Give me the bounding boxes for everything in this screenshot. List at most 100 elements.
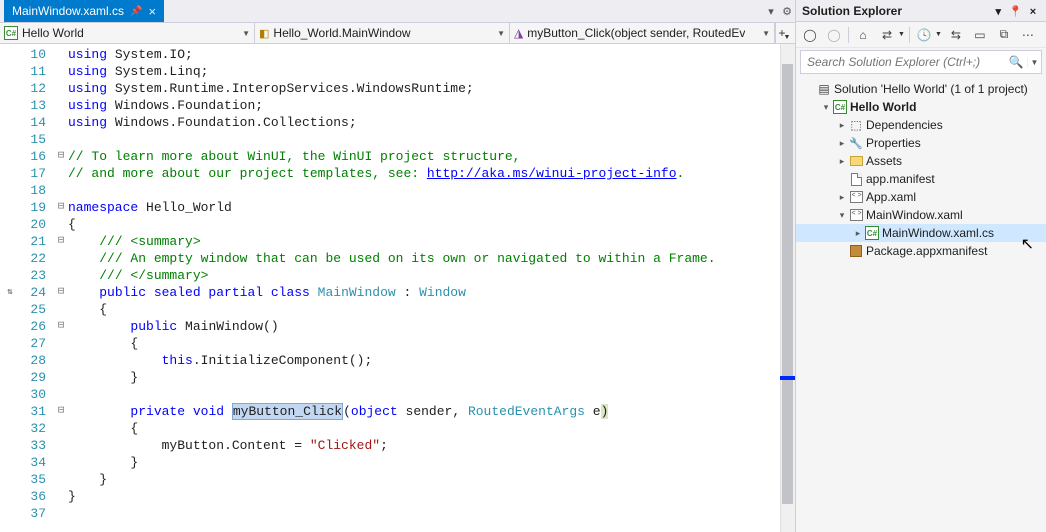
code-text[interactable]: // and more about our project templates,… <box>68 165 795 182</box>
code-line[interactable]: 27 { <box>0 335 795 352</box>
code-line[interactable]: 11using System.Linq; <box>0 63 795 80</box>
expand-icon[interactable]: ▸ <box>836 192 848 203</box>
tree-node[interactable]: ▾MainWindow.xaml <box>796 206 1046 224</box>
code-line[interactable]: 15 <box>0 131 795 148</box>
fold-toggle[interactable]: ⊟ <box>54 284 68 301</box>
nav-member-combo[interactable]: ◮ myButton_Click(object sender, RoutedEv… <box>510 23 775 43</box>
code-text[interactable]: using Windows.Foundation.Collections; <box>68 114 795 131</box>
code-line[interactable]: 18 <box>0 182 795 199</box>
code-line[interactable]: 21⊟ /// <summary> <box>0 233 795 250</box>
code-text[interactable]: namespace Hello_World <box>68 199 795 216</box>
code-text[interactable]: } <box>68 488 795 505</box>
code-editor[interactable]: 10using System.IO;11using System.Linq;12… <box>0 44 795 532</box>
code-line[interactable]: 22 /// An empty window that can be used … <box>0 250 795 267</box>
tree-node[interactable]: ▸C#MainWindow.xaml.cs <box>796 224 1046 242</box>
nav-type-combo[interactable]: ◧ Hello_World.MainWindow ▼ <box>255 23 510 43</box>
code-text[interactable] <box>68 505 795 522</box>
code-text[interactable]: // To learn more about WinUI, the WinUI … <box>68 148 795 165</box>
code-text[interactable] <box>68 386 795 403</box>
tree-node[interactable]: ▸App.xaml <box>796 188 1046 206</box>
sync-active-doc-button[interactable]: ⇆ <box>946 25 966 45</box>
code-text[interactable] <box>68 182 795 199</box>
code-line[interactable]: 35 } <box>0 471 795 488</box>
vertical-scrollbar[interactable] <box>780 44 795 532</box>
code-text[interactable]: private void myButton_Click(object sende… <box>68 403 795 420</box>
document-tab-active[interactable]: MainWindow.xaml.cs 📌 × <box>4 0 164 22</box>
code-line[interactable]: 23 /// </summary> <box>0 267 795 284</box>
code-text[interactable]: using Windows.Foundation; <box>68 97 795 114</box>
code-line[interactable]: 26⊟ public MainWindow() <box>0 318 795 335</box>
search-icon[interactable]: 🔍 <box>1005 55 1027 69</box>
search-options-dropdown-icon[interactable]: ▼ <box>1027 58 1041 67</box>
back-button[interactable]: ◯ <box>800 25 820 45</box>
scrollbar-thumb[interactable] <box>782 64 793 504</box>
code-line[interactable]: 37 <box>0 505 795 522</box>
code-line[interactable]: 31⊟ private void myButton_Click(object s… <box>0 403 795 420</box>
code-text[interactable]: { <box>68 301 795 318</box>
code-line[interactable]: 30 <box>0 386 795 403</box>
window-options-gear-icon[interactable]: ⚙ <box>779 5 795 18</box>
solution-explorer-tree[interactable]: ↖ ▤Solution 'Hello World' (1 of 1 projec… <box>796 78 1046 532</box>
code-line[interactable]: 12using System.Runtime.InteropServices.W… <box>0 80 795 97</box>
fold-toggle[interactable]: ⊟ <box>54 148 68 165</box>
fold-toggle[interactable]: ⊟ <box>54 318 68 335</box>
split-window-button[interactable]: +▼ <box>775 23 795 43</box>
code-text[interactable]: { <box>68 420 795 437</box>
solution-explorer-search-input[interactable] <box>801 55 1005 69</box>
code-line[interactable]: 17// and more about our project template… <box>0 165 795 182</box>
tree-node[interactable]: ▸🔧Properties <box>796 134 1046 152</box>
code-line[interactable]: 29 } <box>0 369 795 386</box>
tree-node[interactable]: ▤Solution 'Hello World' (1 of 1 project) <box>796 80 1046 98</box>
nav-project-combo[interactable]: C# Hello World ▼ <box>0 23 255 43</box>
fold-toggle[interactable]: ⊟ <box>54 199 68 216</box>
collapse-icon[interactable]: ▾ <box>820 102 832 113</box>
code-text[interactable]: /// An empty window that can be used on … <box>68 250 795 267</box>
code-line[interactable]: 36} <box>0 488 795 505</box>
solution-explorer-title-bar[interactable]: Solution Explorer ▾ 📍 × <box>796 0 1046 22</box>
code-text[interactable]: /// <summary> <box>68 233 795 250</box>
collapse-all-button[interactable]: ⧉ <box>994 25 1014 45</box>
pending-changes-filter-button[interactable]: 🕓 <box>914 25 934 45</box>
code-text[interactable]: /// </summary> <box>68 267 795 284</box>
more-toolbar-icon[interactable]: ⋯ <box>1018 25 1038 45</box>
auto-hide-pin-icon[interactable]: 📍 <box>1009 5 1023 18</box>
home-button[interactable]: ⌂ <box>853 25 873 45</box>
code-line[interactable]: 20{ <box>0 216 795 233</box>
solution-explorer-search[interactable]: 🔍 ▼ <box>800 50 1042 74</box>
code-text[interactable]: { <box>68 216 795 233</box>
code-line[interactable]: 32 { <box>0 420 795 437</box>
code-line[interactable]: 25 { <box>0 301 795 318</box>
code-line[interactable]: 28 this.InitializeComponent(); <box>0 352 795 369</box>
code-line[interactable]: 10using System.IO; <box>0 46 795 63</box>
active-files-dropdown-icon[interactable]: ▾ <box>763 5 779 18</box>
code-text[interactable]: this.InitializeComponent(); <box>68 352 795 369</box>
tree-node[interactable]: app.manifest <box>796 170 1046 188</box>
code-text[interactable]: myButton.Content = "Clicked"; <box>68 437 795 454</box>
pin-icon[interactable]: 📌 <box>130 6 142 17</box>
expand-icon[interactable]: ▸ <box>836 156 848 167</box>
close-icon[interactable]: × <box>148 4 156 19</box>
code-text[interactable]: } <box>68 471 795 488</box>
expand-icon[interactable]: ▸ <box>836 138 848 149</box>
expand-icon[interactable]: ▸ <box>852 228 864 239</box>
tree-node[interactable]: Package.appxmanifest <box>796 242 1046 260</box>
code-text[interactable] <box>68 131 795 148</box>
code-text[interactable]: public sealed partial class MainWindow :… <box>68 284 795 301</box>
fold-toggle[interactable]: ⊟ <box>54 233 68 250</box>
code-text[interactable]: using System.Runtime.InteropServices.Win… <box>68 80 795 97</box>
fold-toggle[interactable]: ⊟ <box>54 403 68 420</box>
window-position-dropdown-icon[interactable]: ▾ <box>991 5 1005 18</box>
code-line[interactable]: 14using Windows.Foundation.Collections; <box>0 114 795 131</box>
code-text[interactable]: using System.Linq; <box>68 63 795 80</box>
code-line[interactable]: 34 } <box>0 454 795 471</box>
code-text[interactable]: using System.IO; <box>68 46 795 63</box>
code-text[interactable]: public MainWindow() <box>68 318 795 335</box>
code-line[interactable]: 16⊟// To learn more about WinUI, the Win… <box>0 148 795 165</box>
refresh-button[interactable]: ▭ <box>970 25 990 45</box>
code-line[interactable]: 33 myButton.Content = "Clicked"; <box>0 437 795 454</box>
forward-button[interactable]: ◯ <box>824 25 844 45</box>
expand-icon[interactable]: ▸ <box>836 120 848 131</box>
close-pane-icon[interactable]: × <box>1026 6 1040 18</box>
code-line[interactable]: ⇅24⊟ public sealed partial class MainWin… <box>0 284 795 301</box>
code-text[interactable]: } <box>68 454 795 471</box>
